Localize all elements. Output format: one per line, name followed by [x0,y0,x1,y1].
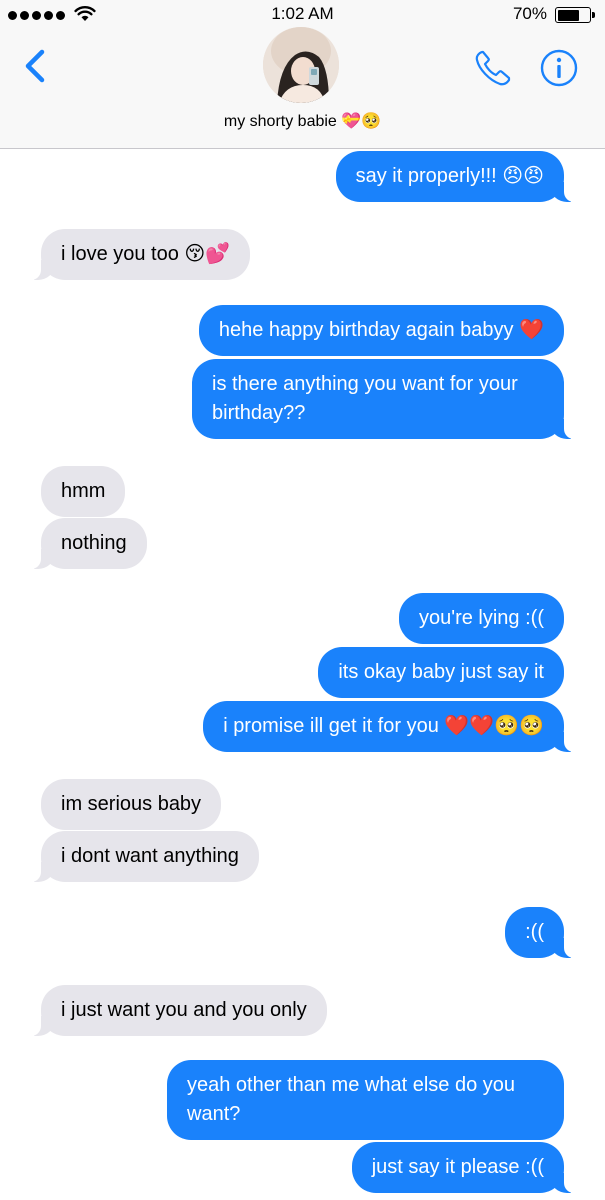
received-message-bubble[interactable]: hmm [41,466,126,517]
sent-message-bubble[interactable]: just say it please :(( [351,1142,585,1193]
sent-message-bubble[interactable]: hehe happy birthday again babyy ❤️ [198,305,564,356]
received-message-bubble[interactable]: nothing [21,518,147,569]
info-icon[interactable] [540,49,578,87]
messages-screen: 1:02 AM 70% my shorty babie 💝🥺 say it pr… [0,0,605,1200]
conversation-header: 1:02 AM 70% my shorty babie 💝🥺 [0,0,605,149]
back-button[interactable] [18,44,54,88]
sent-message-bubble[interactable]: is there anything you want for your birt… [192,359,584,439]
battery-icon [555,7,595,23]
contact-avatar[interactable] [263,27,339,103]
sent-message-bubble[interactable]: i promise ill get it for you ❤️❤️🥺🥺 [203,701,584,752]
phone-icon[interactable] [473,48,513,88]
received-message-bubble[interactable]: i love you too 😚💕 [20,229,251,280]
received-message-bubble[interactable]: im serious baby [41,779,222,830]
contact-name[interactable]: my shorty babie 💝🥺 [0,111,605,131]
message-thread[interactable]: say it properly!!! 😠😠 i love you too 😚💕 … [0,149,605,1200]
sent-message-bubble[interactable]: :(( [505,907,584,958]
received-message-bubble[interactable]: i just want you and you only [21,985,327,1036]
sent-message-bubble[interactable]: say it properly!!! 😠😠 [335,151,585,202]
received-message-bubble[interactable]: i dont want anything [21,831,259,882]
sent-message-bubble[interactable]: you're lying :(( [399,593,564,644]
sent-message-bubble[interactable]: yeah other than me what else do you want… [167,1060,564,1140]
sent-message-bubble[interactable]: its okay baby just say it [318,647,564,698]
battery-percent: 70% [512,4,547,23]
status-bar: 1:02 AM 70% [0,0,605,30]
